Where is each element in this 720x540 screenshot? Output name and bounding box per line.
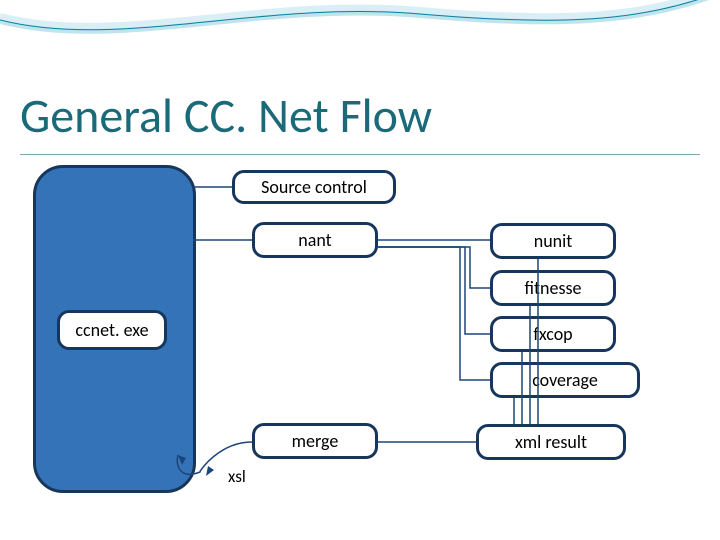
- node-xml-result: xml result: [476, 424, 626, 460]
- node-nunit: nunit: [490, 223, 616, 259]
- page-title: General CC. Net Flow: [20, 86, 432, 145]
- title-rule: [20, 154, 700, 155]
- node-merge: merge: [252, 423, 378, 459]
- header-wave: [0, 0, 720, 60]
- label-xsl: xsl: [228, 466, 246, 487]
- node-coverage: coverage: [490, 362, 640, 398]
- node-nant: nant: [252, 222, 378, 258]
- node-fitnesse: fitnesse: [490, 270, 616, 306]
- node-source-control: Source control: [232, 170, 396, 204]
- node-fxcop: fxcop: [490, 316, 616, 352]
- node-ccnet: ccnet. exe: [57, 310, 167, 350]
